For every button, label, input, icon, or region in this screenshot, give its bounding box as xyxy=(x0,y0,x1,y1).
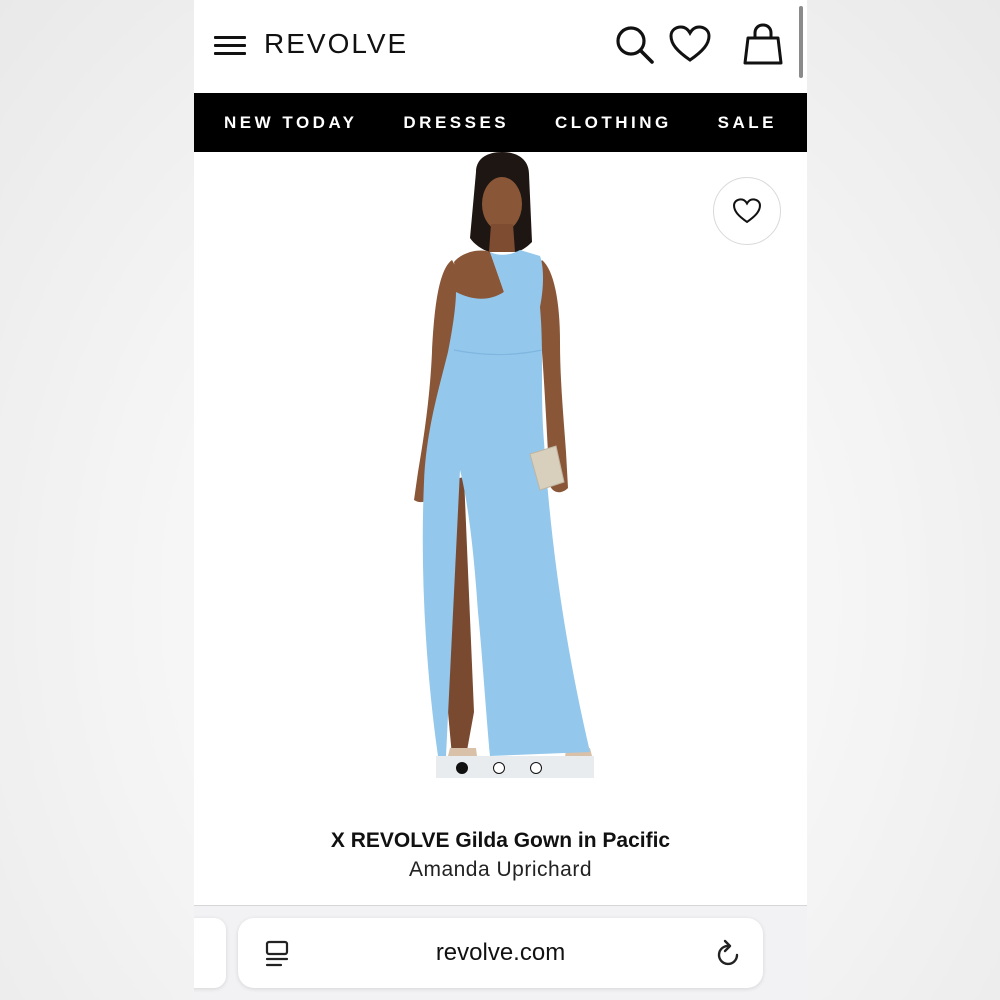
menu-icon[interactable] xyxy=(214,36,246,56)
nav-new-today[interactable]: NEW TODAY xyxy=(224,113,358,133)
heart-outline-icon xyxy=(733,198,761,224)
carousel-dot-3[interactable] xyxy=(530,762,542,774)
carousel-dot-2[interactable] xyxy=(493,762,505,774)
product-image-carousel[interactable] xyxy=(194,152,807,802)
previous-tab[interactable] xyxy=(194,918,226,988)
heart-icon[interactable] xyxy=(668,24,712,64)
browser-bottom-bar: revolve.com xyxy=(194,906,807,1000)
carousel-dot-1[interactable] xyxy=(456,762,468,774)
site-logo[interactable]: REVOLVE xyxy=(264,28,408,60)
address-bar[interactable]: revolve.com xyxy=(238,918,763,988)
phone-screen: REVOLVE NEW TODAY DRESSES CLOTHING SALE xyxy=(194,0,807,1000)
product-title[interactable]: X REVOLVE Gilda Gown in Pacific xyxy=(194,829,807,853)
url-text[interactable]: revolve.com xyxy=(238,939,763,967)
carousel-dots xyxy=(456,762,542,774)
add-to-wishlist-button[interactable] xyxy=(713,177,781,245)
product-brand[interactable]: Amanda Uprichard xyxy=(194,858,807,882)
nav-clothing[interactable]: CLOTHING xyxy=(555,113,672,133)
scroll-indicator[interactable] xyxy=(799,6,803,78)
bag-icon[interactable] xyxy=(742,22,784,66)
nav-dresses[interactable]: DRESSES xyxy=(403,113,509,133)
category-nav: NEW TODAY DRESSES CLOTHING SALE xyxy=(194,93,807,152)
product-image[interactable] xyxy=(394,152,614,782)
search-icon[interactable] xyxy=(612,22,658,68)
reload-icon[interactable] xyxy=(715,938,743,968)
nav-sale[interactable]: SALE xyxy=(718,113,777,133)
site-header: REVOLVE xyxy=(194,0,807,92)
